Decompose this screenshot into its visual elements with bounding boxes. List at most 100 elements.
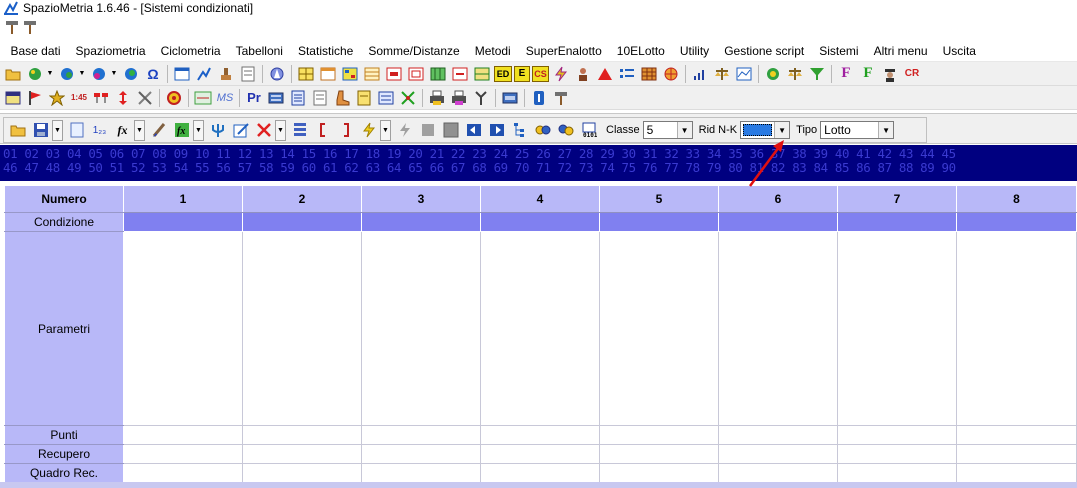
table-icon[interactable]: [472, 64, 492, 84]
recupero-cell[interactable]: [242, 444, 362, 464]
numbers-icon[interactable]: 1₂₃: [89, 120, 110, 141]
compass-icon[interactable]: [267, 64, 287, 84]
condition-cell[interactable]: [837, 212, 957, 232]
recupero-cell[interactable]: [599, 444, 719, 464]
function-icon[interactable]: fx: [112, 120, 133, 141]
chevron-down-icon[interactable]: ▼: [774, 122, 790, 138]
menu-metodi[interactable]: Metodi: [467, 40, 518, 62]
ratio-icon[interactable]: 1:45: [69, 88, 89, 108]
hammer-icon[interactable]: [4, 19, 20, 35]
condition-cell[interactable]: [242, 212, 362, 232]
recupero-cell[interactable]: [361, 444, 481, 464]
condition-cell[interactable]: [599, 212, 719, 232]
quadro-cell[interactable]: [480, 463, 600, 483]
window-icon[interactable]: [3, 88, 23, 108]
keyboard-icon[interactable]: [500, 88, 520, 108]
quadro-cell[interactable]: [242, 463, 362, 483]
parameter-cell[interactable]: [837, 231, 957, 426]
menu-superenalotto[interactable]: SuperEnalotto: [518, 40, 609, 62]
balance-icon[interactable]: [712, 64, 732, 84]
quadro-cell[interactable]: [718, 463, 838, 483]
parameter-cell[interactable]: [361, 231, 481, 426]
lightning-icon[interactable]: [551, 64, 571, 84]
table-icon[interactable]: [362, 64, 382, 84]
scatter-icon[interactable]: [398, 88, 418, 108]
recupero-cell[interactable]: [718, 444, 838, 464]
bar-chart-icon[interactable]: [690, 64, 710, 84]
psi-icon[interactable]: [207, 120, 228, 141]
recupero-cell[interactable]: [123, 444, 243, 464]
network-icon[interactable]: [91, 88, 111, 108]
line-chart-icon[interactable]: [734, 64, 754, 84]
wheel-icon[interactable]: [661, 64, 681, 84]
parameter-cell[interactable]: [956, 231, 1077, 426]
chart-edit-icon[interactable]: [194, 64, 214, 84]
pr-icon[interactable]: Pr: [244, 88, 264, 108]
chevron-down-icon[interactable]: ▼: [78, 64, 86, 84]
quadro-cell[interactable]: [837, 463, 957, 483]
bracket-icon[interactable]: [335, 120, 356, 141]
list-icon[interactable]: [617, 64, 637, 84]
parameter-cell[interactable]: [599, 231, 719, 426]
print-icon[interactable]: [449, 88, 469, 108]
menu-statistiche[interactable]: Statistiche: [290, 40, 360, 62]
recupero-cell[interactable]: [956, 444, 1077, 464]
quadro-cell[interactable]: [361, 463, 481, 483]
list-icon[interactable]: [376, 88, 396, 108]
keyboard-icon[interactable]: [266, 88, 286, 108]
rows-icon[interactable]: [289, 120, 310, 141]
table-icon[interactable]: [406, 64, 426, 84]
tools-icon[interactable]: [135, 88, 155, 108]
omega-icon[interactable]: Ω: [143, 64, 163, 84]
menu-altri-menu[interactable]: Altri menu: [866, 40, 935, 62]
column-header[interactable]: 2: [242, 185, 362, 213]
hammer-icon[interactable]: [22, 19, 38, 35]
stamp-icon[interactable]: [216, 64, 236, 84]
brush-icon[interactable]: [148, 120, 169, 141]
user-icon[interactable]: [573, 64, 593, 84]
chain-icon[interactable]: [555, 120, 576, 141]
punti-cell[interactable]: [123, 425, 243, 445]
hammer-icon[interactable]: [551, 88, 571, 108]
star-icon[interactable]: [47, 88, 67, 108]
condition-cell[interactable]: [718, 212, 838, 232]
edit-icon[interactable]: [230, 120, 251, 141]
parameter-cell[interactable]: [480, 231, 600, 426]
delete-icon[interactable]: [253, 120, 274, 141]
grid-icon[interactable]: [639, 64, 659, 84]
menu-sistemi[interactable]: Sistemi: [812, 40, 866, 62]
save-icon[interactable]: [30, 120, 51, 141]
stop-icon[interactable]: [440, 120, 461, 141]
tipo-select[interactable]: Lotto ▼: [820, 121, 895, 139]
menu-base-dati[interactable]: Base dati: [3, 40, 68, 62]
column-header[interactable]: 8: [956, 185, 1077, 213]
move-right-icon[interactable]: [486, 120, 507, 141]
function2-dropdown-button[interactable]: ▼: [193, 119, 204, 141]
menu-somme-distanze[interactable]: Somme/Distanze: [361, 40, 467, 62]
open-folder-icon[interactable]: [3, 64, 23, 84]
table-icon[interactable]: [428, 64, 448, 84]
bracket-icon[interactable]: [312, 120, 333, 141]
window-icon[interactable]: [172, 64, 192, 84]
resize-vertical-icon[interactable]: [113, 88, 133, 108]
punti-cell[interactable]: [956, 425, 1077, 445]
chevron-down-icon[interactable]: ▼: [878, 122, 894, 138]
ed-icon[interactable]: ED: [494, 65, 512, 82]
menu-tabelloni[interactable]: Tabelloni: [228, 40, 290, 62]
document-icon[interactable]: [310, 88, 330, 108]
number-row-1[interactable]: 01 02 03 04 05 06 07 08 09 10 11 12 13 1…: [3, 147, 1077, 161]
cs-icon[interactable]: CS: [532, 65, 549, 82]
punti-cell[interactable]: [599, 425, 719, 445]
warning-icon[interactable]: [595, 64, 615, 84]
recupero-cell[interactable]: [837, 444, 957, 464]
save-dropdown-button[interactable]: ▼: [52, 119, 63, 141]
new-document-icon[interactable]: [66, 120, 87, 141]
menu-uscita[interactable]: Uscita: [935, 40, 983, 62]
recupero-cell[interactable]: [480, 444, 600, 464]
matrix-icon[interactable]: [193, 88, 213, 108]
number-row-2[interactable]: 46 47 48 49 50 51 52 53 54 55 56 57 58 5…: [3, 161, 1077, 175]
flag-icon[interactable]: [25, 88, 45, 108]
globe-icon[interactable]: [89, 64, 109, 84]
menu-10elotto[interactable]: 10ELotto: [609, 40, 672, 62]
chevron-down-icon[interactable]: ▼: [676, 122, 692, 138]
